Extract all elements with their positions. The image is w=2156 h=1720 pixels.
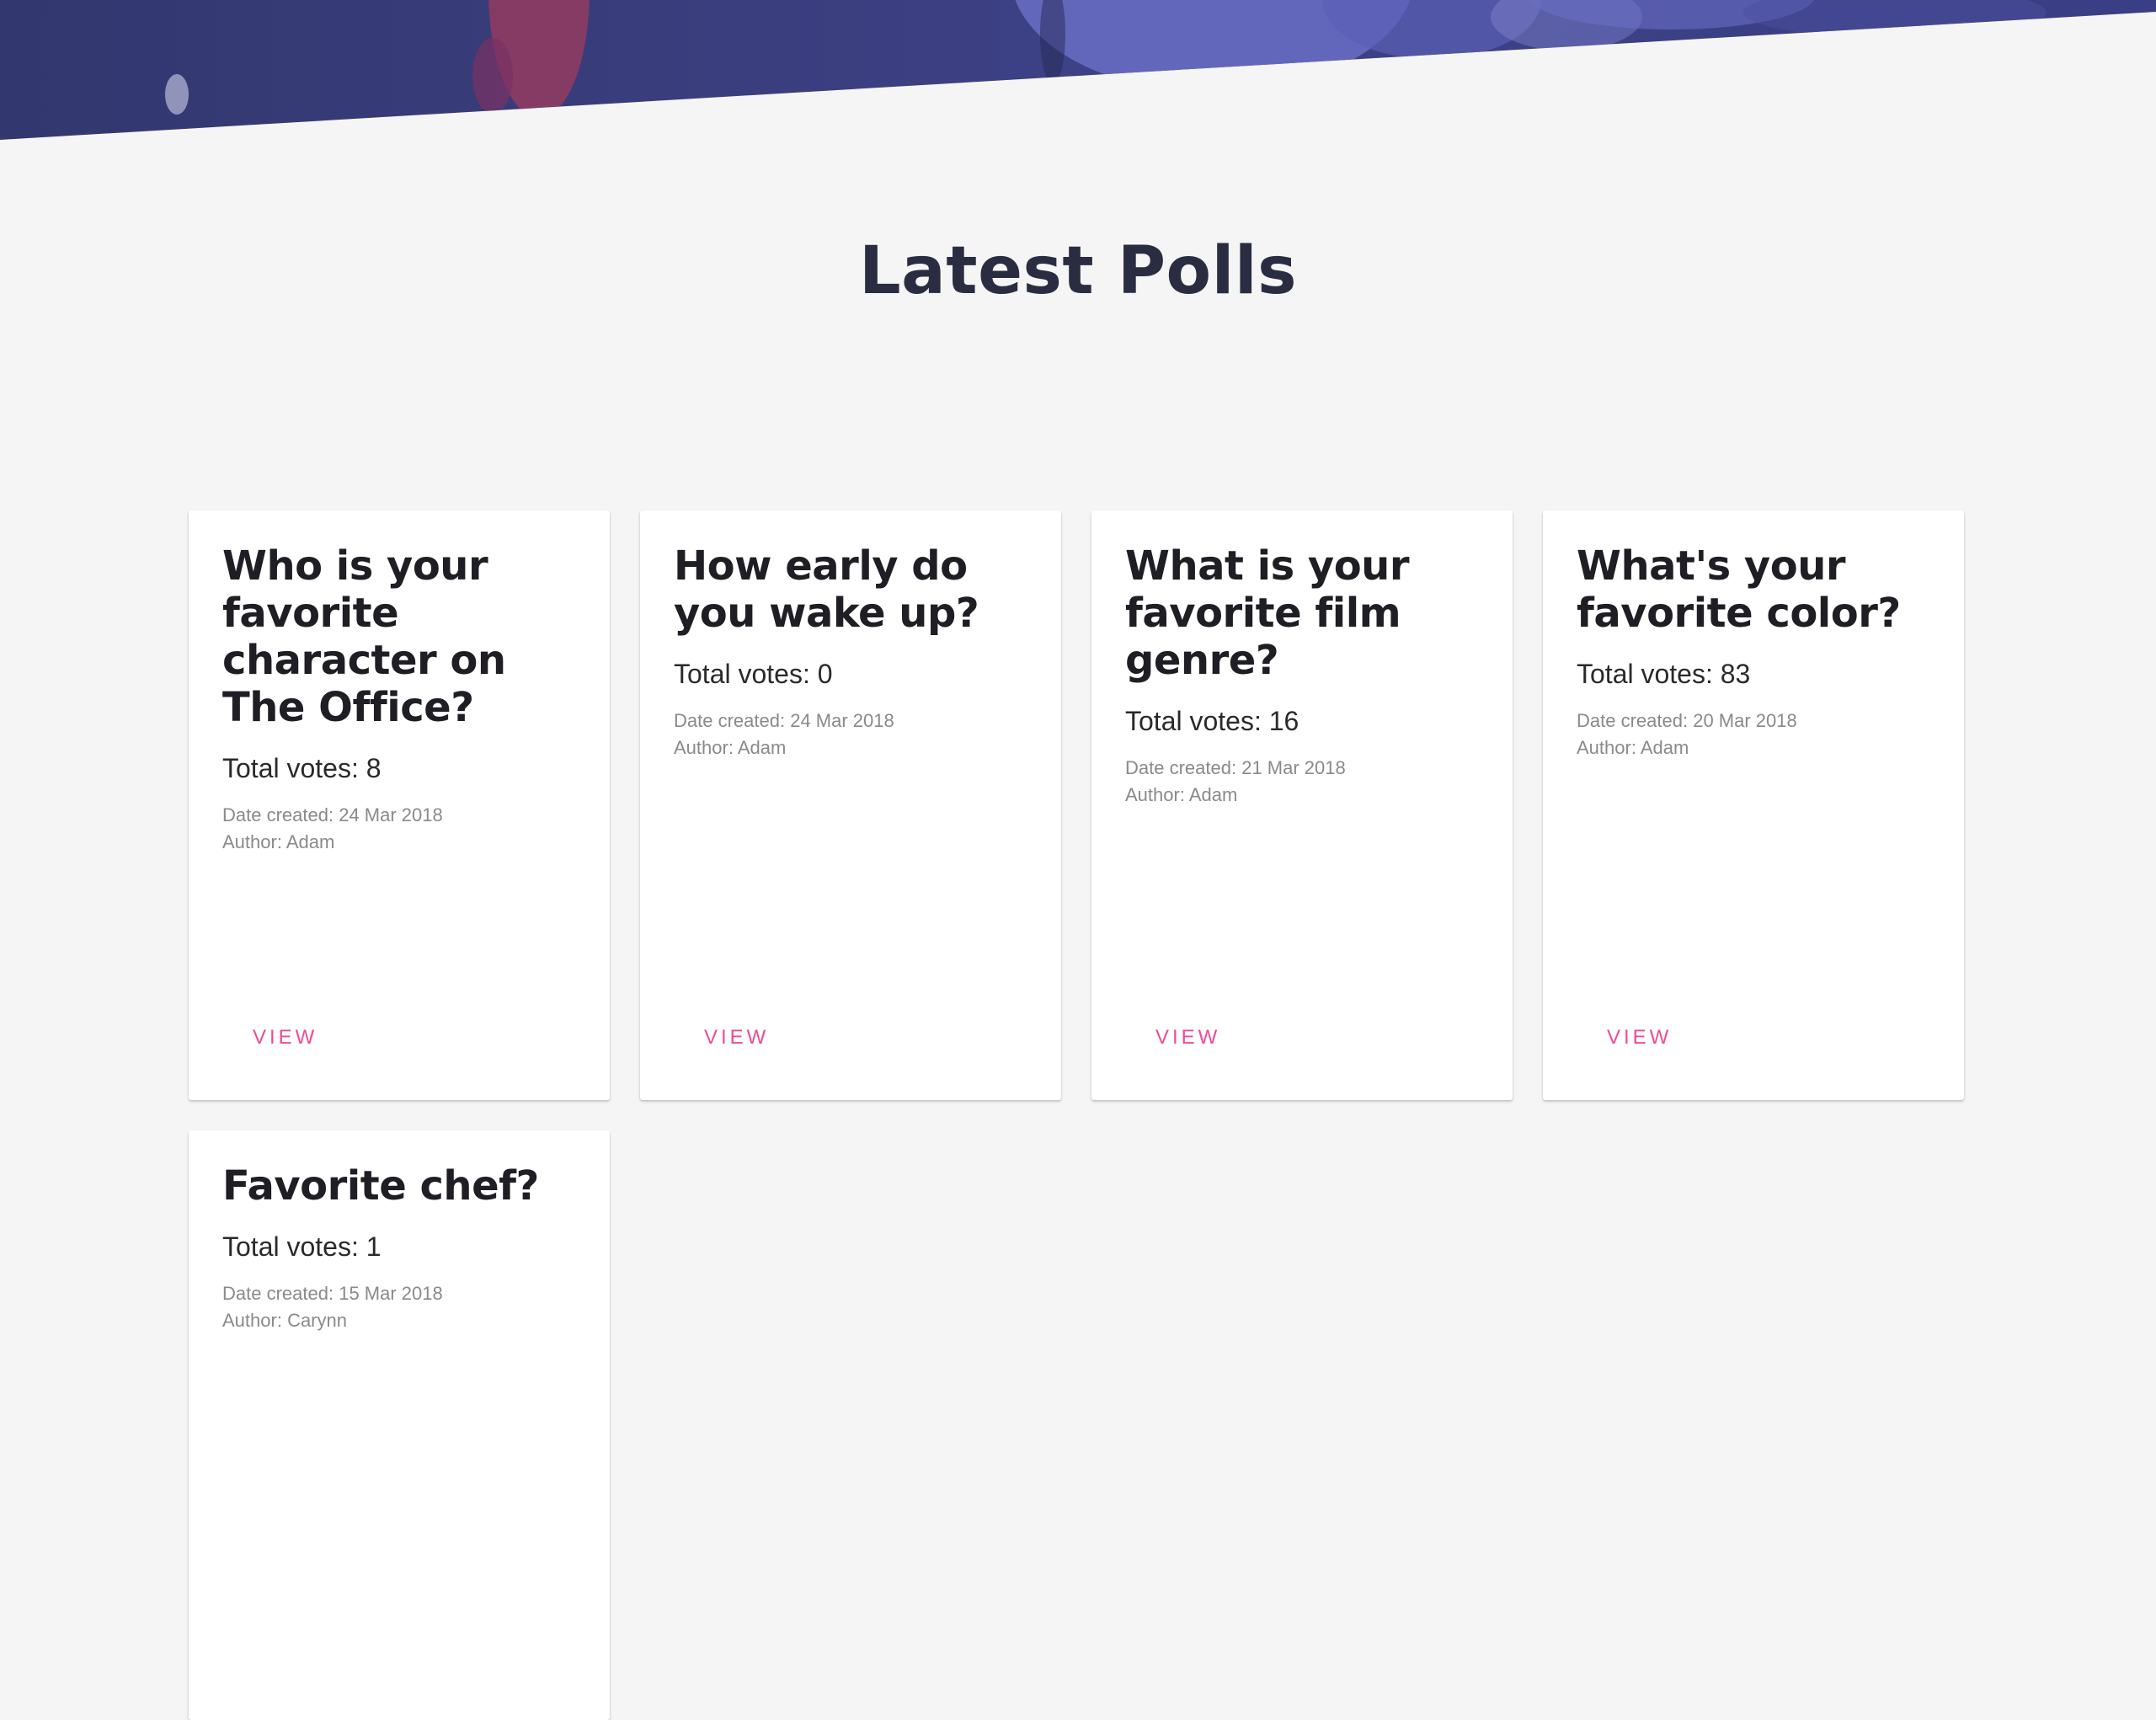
total-votes: Total votes: 8 — [222, 751, 578, 785]
poll-card: How early do you wake up? Total votes: 0… — [640, 510, 1061, 1100]
hero-banner — [0, 0, 2156, 143]
poll-card: Favorite chef? Total votes: 1 Date creat… — [189, 1130, 610, 1720]
view-button[interactable]: VIEW — [687, 1018, 786, 1058]
total-votes-value: 83 — [1720, 659, 1751, 689]
date-created-value: 15 Mar 2018 — [339, 1283, 443, 1304]
view-button[interactable]: VIEW — [1590, 1018, 1689, 1058]
hero-background-image — [0, 0, 2156, 140]
view-button[interactable]: VIEW — [236, 1018, 334, 1058]
date-created-value: 24 Mar 2018 — [339, 804, 443, 825]
date-created-value: 21 Mar 2018 — [1241, 757, 1346, 778]
date-created-value: 20 Mar 2018 — [1693, 710, 1797, 731]
poll-card: What is your favorite film genre? Total … — [1091, 510, 1513, 1100]
view-button[interactable]: VIEW — [1139, 1018, 1237, 1058]
poll-meta: Date created: 15 Mar 2018 Author: Carynn — [222, 1280, 578, 1334]
date-created: Date created: 20 Mar 2018 — [1577, 708, 1932, 734]
page-title: Latest Polls — [858, 233, 1298, 309]
date-created: Date created: 15 Mar 2018 — [222, 1280, 578, 1307]
poll-card: What's your favorite color? Total votes:… — [1543, 510, 1964, 1100]
total-votes-label: Total votes: — [1577, 659, 1713, 689]
total-votes-label: Total votes: — [1125, 706, 1262, 736]
author-label: Author: — [222, 1310, 282, 1331]
poll-question: Who is your favorite character on The Of… — [222, 542, 506, 731]
total-votes: Total votes: 0 — [674, 657, 1029, 691]
author: Author: Carynn — [222, 1307, 578, 1334]
author-label: Author: — [1577, 737, 1636, 758]
total-votes: Total votes: 16 — [1125, 704, 1481, 738]
date-created-label: Date created: — [1577, 710, 1689, 731]
poll-question: How early do you wake up? — [674, 542, 979, 637]
author: Author: Adam — [222, 829, 578, 856]
total-votes-value: 1 — [366, 1231, 382, 1262]
total-votes-value: 16 — [1268, 706, 1299, 736]
author: Author: Adam — [1125, 782, 1481, 809]
poll-grid: Who is your favorite character on The Of… — [189, 510, 1967, 1720]
poll-card: Who is your favorite character on The Of… — [189, 510, 610, 1100]
author-value: Adam — [1188, 784, 1238, 805]
total-votes-label: Total votes: — [222, 1231, 359, 1262]
author-value: Adam — [286, 831, 335, 852]
date-created-label: Date created: — [1125, 757, 1237, 778]
poll-meta: Date created: 24 Mar 2018 Author: Adam — [674, 708, 1029, 761]
total-votes-label: Total votes: — [674, 659, 810, 689]
author: Author: Adam — [1577, 734, 1932, 761]
poll-meta: Date created: 24 Mar 2018 Author: Adam — [222, 802, 578, 856]
author-value: Adam — [1640, 737, 1689, 758]
date-created-label: Date created: — [222, 1283, 334, 1304]
author-label: Author: — [1125, 784, 1185, 805]
total-votes-value: 8 — [366, 753, 382, 783]
total-votes-label: Total votes: — [222, 753, 359, 783]
date-created-value: 24 Mar 2018 — [790, 710, 894, 731]
date-created: Date created: 24 Mar 2018 — [674, 708, 1029, 734]
total-votes: Total votes: 83 — [1577, 657, 1932, 691]
date-created: Date created: 24 Mar 2018 — [222, 802, 578, 829]
author-value: Carynn — [287, 1310, 347, 1331]
total-votes-value: 0 — [817, 659, 833, 689]
author-label: Author: — [222, 831, 282, 852]
date-created-label: Date created: — [674, 710, 786, 731]
author: Author: Adam — [674, 734, 1029, 761]
poll-meta: Date created: 20 Mar 2018 Author: Adam — [1577, 708, 1932, 761]
date-created-label: Date created: — [222, 804, 334, 825]
author-label: Author: — [674, 737, 734, 758]
author-value: Adam — [737, 737, 787, 758]
date-created: Date created: 21 Mar 2018 — [1125, 755, 1481, 782]
poll-question: What's your favorite color? — [1577, 542, 1901, 637]
poll-question: Favorite chef? — [222, 1162, 539, 1210]
poll-meta: Date created: 21 Mar 2018 Author: Adam — [1125, 755, 1481, 809]
total-votes: Total votes: 1 — [222, 1230, 578, 1263]
poll-question: What is your favorite film genre? — [1125, 542, 1410, 684]
